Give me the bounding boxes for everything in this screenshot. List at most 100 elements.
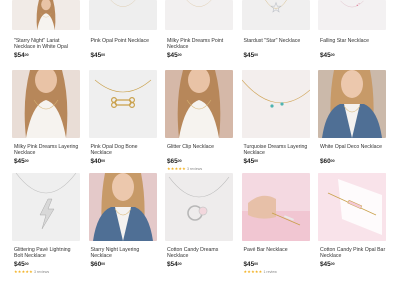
product-card[interactable]: Pink Opal Dog Bone Necklace $4000 bbox=[88, 68, 157, 171]
price-cents: 00 bbox=[254, 158, 259, 163]
model-photo bbox=[92, 173, 153, 241]
product-price: $4500 bbox=[165, 52, 233, 59]
product-price: $4500 bbox=[12, 261, 80, 268]
price-cents: 00 bbox=[24, 52, 29, 57]
product-reviews[interactable]: ★★★★★ 3 reviews bbox=[12, 269, 80, 274]
cotton-candy-photo bbox=[168, 176, 230, 221]
product-name-link[interactable]: Cotton Candy Dreams Necklace bbox=[165, 247, 233, 260]
product-card[interactable]: Glittering Pavé Lightning Bolt Necklace $… bbox=[12, 171, 80, 274]
product-card[interactable]: Turquoise Dreams Layering Necklace $4500 bbox=[241, 68, 310, 171]
price-dollars: $60 bbox=[90, 261, 102, 268]
price-dollars: $45 bbox=[320, 261, 331, 268]
product-card[interactable]: Milky Pink Dreams Point Necklace $4500 bbox=[165, 0, 233, 68]
product-price: $5400 bbox=[165, 261, 233, 268]
product-card[interactable]: White Opal Deco Necklace $6000 bbox=[318, 68, 386, 171]
product-price: $4500 bbox=[318, 52, 386, 59]
model-photo bbox=[24, 70, 68, 138]
product-card[interactable]: Pavé Bar Necklace $4500 ★★★★★ 1 review bbox=[241, 171, 310, 274]
price-cents: 00 bbox=[101, 158, 106, 163]
product-price: $5400 bbox=[12, 52, 80, 59]
product-price: $4500 bbox=[89, 52, 157, 59]
product-name-link[interactable]: White Opal Deco Necklace bbox=[318, 144, 386, 157]
product-name-link[interactable]: Cotton Candy Pink Opal Bar Necklace bbox=[318, 247, 386, 260]
product-name-link[interactable]: Milky Pink Dreams Point Necklace bbox=[165, 38, 233, 51]
price-cents: 00 bbox=[330, 158, 335, 163]
product-image[interactable] bbox=[165, 173, 233, 241]
product-card[interactable]: "Starry Night" Lariat Necklace in White … bbox=[12, 0, 80, 68]
product-price: $4500 bbox=[242, 158, 310, 165]
product-price: $6000 bbox=[318, 158, 386, 165]
price-cents: 00 bbox=[254, 261, 259, 266]
model-photo bbox=[177, 70, 221, 138]
model-photo bbox=[322, 70, 382, 138]
product-grid: "Starry Night" Lariat Necklace in White … bbox=[0, 0, 400, 300]
price-cents: 00 bbox=[177, 261, 182, 266]
model-photo bbox=[36, 0, 56, 30]
product-card[interactable]: Pink Opal Point Necklace $4500 bbox=[88, 0, 157, 68]
product-image[interactable] bbox=[12, 173, 80, 241]
product-card[interactable]: Stardust "Star" Necklace $4500 bbox=[241, 0, 310, 68]
price-cents: 00 bbox=[177, 158, 182, 163]
price-cents: 00 bbox=[101, 261, 106, 266]
pink-opal-bar-photo bbox=[318, 173, 386, 241]
product-photo bbox=[186, 0, 212, 7]
product-photo bbox=[110, 0, 135, 7]
dog-bone-photo bbox=[94, 79, 151, 108]
product-reviews[interactable]: ★★★★★ 3 reviews bbox=[165, 166, 233, 171]
product-image[interactable] bbox=[165, 70, 233, 138]
product-price: $4500 bbox=[12, 158, 80, 165]
review-count: 3 reviews bbox=[186, 166, 203, 171]
product-image[interactable] bbox=[318, 70, 386, 138]
lightning-bolt-photo bbox=[15, 173, 77, 230]
product-image[interactable] bbox=[241, 173, 310, 241]
product-price: $4500 bbox=[318, 261, 386, 268]
product-card[interactable]: Milky Pink Dreams Layering Necklace $4500 bbox=[12, 68, 80, 171]
product-name-link[interactable]: Falling Star Necklace bbox=[318, 38, 386, 51]
product-image[interactable] bbox=[241, 0, 310, 30]
product-image[interactable] bbox=[318, 0, 386, 30]
review-count: 1 review bbox=[263, 269, 277, 274]
product-name-link[interactable]: Glittering Pavé Lightning Bolt Necklace bbox=[12, 247, 80, 260]
product-image[interactable] bbox=[12, 0, 80, 30]
turquoise-necklace-photo bbox=[241, 70, 310, 138]
product-image[interactable] bbox=[88, 70, 157, 138]
product-card[interactable]: Glitter Clip Necklace $6500 ★★★★★ 3 review… bbox=[165, 68, 233, 171]
product-image[interactable] bbox=[165, 0, 233, 30]
product-name-link[interactable]: Pink Opal Dog Bone Necklace bbox=[89, 144, 157, 157]
product-name-link[interactable]: Glitter Clip Necklace bbox=[165, 144, 233, 157]
product-name-link[interactable]: Milky Pink Dreams Layering Necklace bbox=[12, 144, 80, 157]
product-image[interactable] bbox=[12, 70, 80, 138]
product-image[interactable] bbox=[241, 70, 310, 138]
product-name-link[interactable]: "Starry Night" Lariat Necklace in White … bbox=[12, 38, 80, 51]
falling-star-photo bbox=[340, 0, 364, 8]
product-card[interactable]: Cotton Candy Pink Opal Bar Necklace $4500 bbox=[318, 171, 386, 274]
review-count: 3 reviews bbox=[33, 269, 50, 274]
product-image[interactable] bbox=[318, 173, 386, 241]
product-name-link[interactable]: Turquoise Dreams Layering Necklace bbox=[242, 144, 310, 157]
price-dollars: $45 bbox=[243, 158, 255, 165]
product-price: $6000 bbox=[89, 261, 157, 268]
price-dollars: $45 bbox=[14, 158, 25, 165]
product-name-link[interactable]: Starry Night Layering Necklace bbox=[89, 247, 157, 260]
product-price: $4500 bbox=[242, 261, 310, 268]
product-image[interactable] bbox=[88, 173, 157, 241]
product-name-link[interactable]: Pink Opal Point Necklace bbox=[89, 38, 157, 51]
price-dollars: $45 bbox=[243, 52, 255, 59]
product-card[interactable]: Falling Star Necklace $4500 bbox=[318, 0, 386, 68]
star-rating-icon: ★★★★★ bbox=[14, 268, 33, 274]
pave-bar-photo bbox=[241, 195, 310, 241]
product-image[interactable] bbox=[88, 0, 157, 30]
star-pendant-photo bbox=[264, 0, 287, 13]
product-name-link[interactable]: Stardust "Star" Necklace bbox=[242, 38, 310, 51]
product-reviews[interactable]: ★★★★★ 1 review bbox=[242, 269, 310, 274]
product-name-link[interactable]: Pavé Bar Necklace bbox=[242, 247, 310, 260]
price-dollars: $45 bbox=[14, 261, 25, 268]
product-card[interactable]: Starry Night Layering Necklace $6000 bbox=[88, 171, 157, 274]
price-cents: 00 bbox=[101, 52, 106, 57]
product-card[interactable]: Cotton Candy Dreams Necklace $5400 bbox=[165, 171, 233, 274]
price-dollars: $54 bbox=[167, 261, 178, 268]
price-dollars: $60 bbox=[320, 158, 331, 165]
price-dollars: $65 bbox=[167, 158, 178, 165]
price-dollars: $45 bbox=[243, 261, 255, 268]
product-price: $6500 bbox=[165, 158, 233, 165]
